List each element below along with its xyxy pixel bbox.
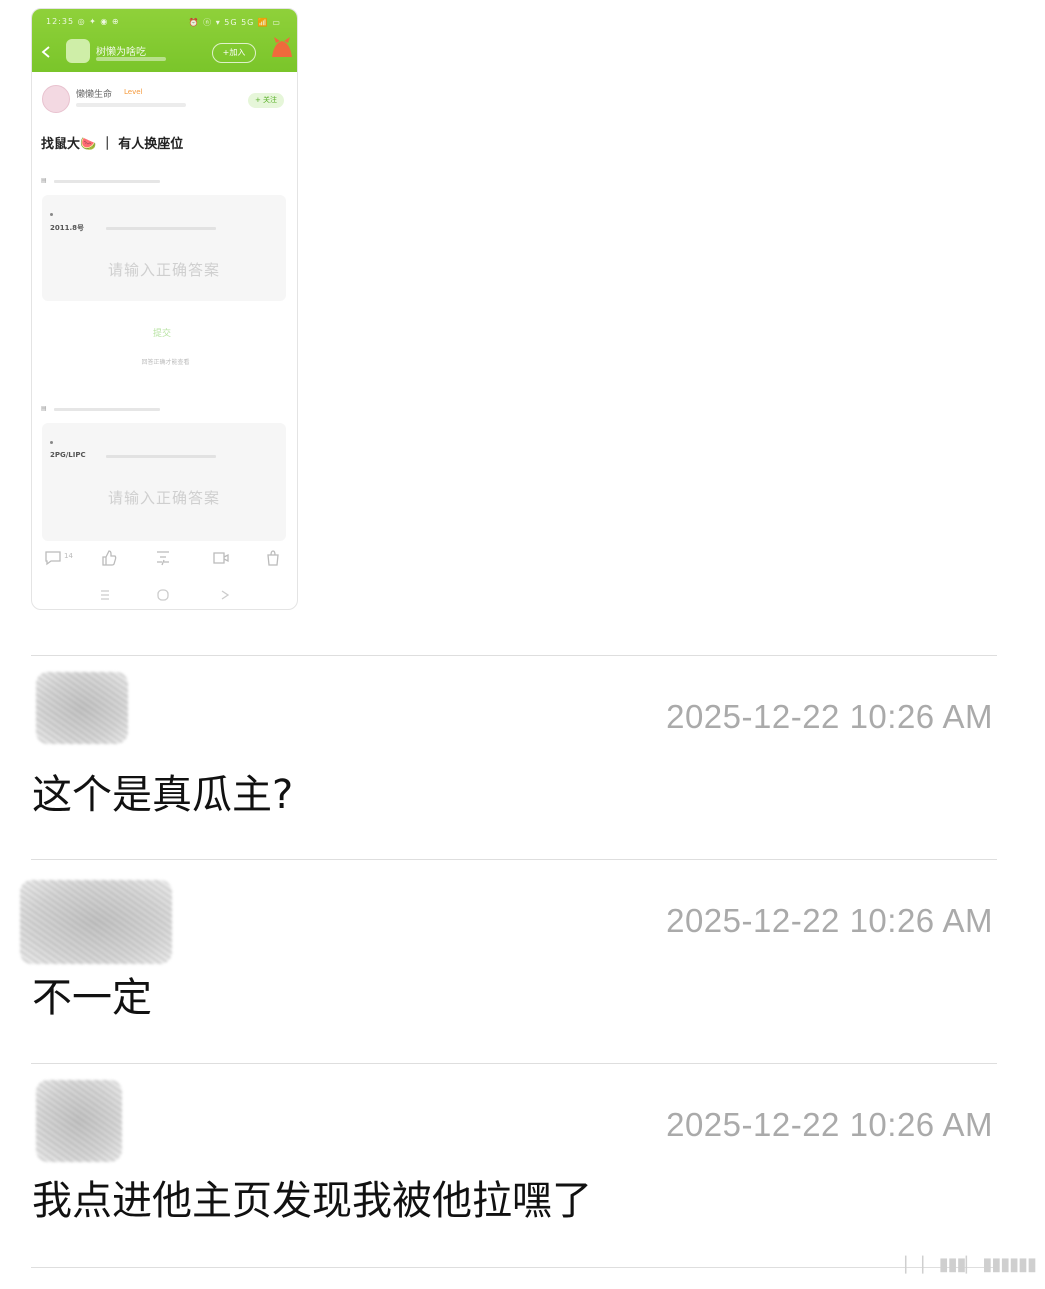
sender-avatar-blurred[interactable] [36,672,128,744]
answer-input-2[interactable]: 请输入正确答案 [42,487,286,508]
submit-button[interactable]: 提交 [46,319,278,349]
back-icon [41,46,50,58]
follow-button[interactable]: + 关注 [248,93,284,108]
card-bullet [50,441,53,444]
group-name: 树懒为啥吃 [96,47,146,58]
status-bar-right: ⏰ ⓝ ▾ 5G 5G 📶 ▭ [188,18,281,27]
quiz-question-2: 2PG/LIPC [50,451,86,459]
embedded-screenshot[interactable]: 12:35 ◎ ✦ ◉ ⊕ ⏰ ⓝ ▾ 5G 5G 📶 ▭ 树懒为啥吃 +加入 … [31,8,298,610]
quiz-section-icon: ▤ [41,177,47,184]
submit-note: 回答正确才能查看 [141,359,190,366]
quiz-question-1: 2011.8号 [50,224,85,232]
fox-icon [272,37,292,57]
group-icon [66,39,90,63]
author-avatar[interactable] [42,85,70,113]
bag-icon[interactable] [264,549,282,567]
quiz-section-text [54,180,160,183]
comment-icon[interactable] [44,549,62,567]
divider [31,859,997,860]
comment-count: 14 [64,552,73,560]
message-text: 我点进他主页发现我被他拉嘿了 [32,1178,592,1224]
message-text: 这个是真瓜主? [32,772,294,818]
join-button[interactable]: +加入 [212,43,256,63]
author-meta [76,103,186,107]
quiz-question-1-detail [106,227,216,230]
divider [31,655,997,656]
quiz-section-text [54,408,160,411]
share-icon[interactable] [154,549,172,567]
message-timestamp: 2025-12-22 10:26 AM [666,698,993,735]
card-bullet [50,213,53,216]
group-subtitle [96,57,166,61]
quiz-card-1: 2011.8号 请输入正确答案 [42,195,286,301]
group-header: 12:35 ◎ ✦ ◉ ⊕ ⏰ ⓝ ▾ 5G 5G 📶 ▭ 树懒为啥吃 +加入 [32,9,297,72]
answer-input-1[interactable]: 请输入正确答案 [42,259,286,280]
status-bar-left: 12:35 ◎ ✦ ◉ ⊕ [46,17,120,26]
menu-icon[interactable] [98,587,112,603]
watermark: ⎸⎸▮▮▮⎸▮▮▮▮▮▮ [904,1254,1037,1275]
message-timestamp: 2025-12-22 10:26 AM [666,1106,993,1143]
home-icon[interactable] [156,587,170,603]
author-name[interactable]: 懒懒生命 [76,87,112,100]
quiz-card-2: 2PG/LIPC 请输入正确答案 [42,423,286,541]
video-icon[interactable] [212,549,230,567]
sender-avatar-blurred[interactable] [36,1080,122,1162]
like-icon[interactable] [100,549,118,567]
message-text: 不一定 [32,975,152,1021]
author-level-badge: Level [124,88,143,96]
sender-avatar-blurred[interactable] [20,880,172,964]
divider [31,1063,997,1064]
quiz-section-icon: ▤ [41,405,47,412]
quiz-question-2-detail [106,455,216,458]
post-title: 找鼠大🍉 ｜ 有人换座位 [41,137,184,152]
return-icon[interactable] [218,587,232,603]
message-timestamp: 2025-12-22 10:26 AM [666,902,993,939]
